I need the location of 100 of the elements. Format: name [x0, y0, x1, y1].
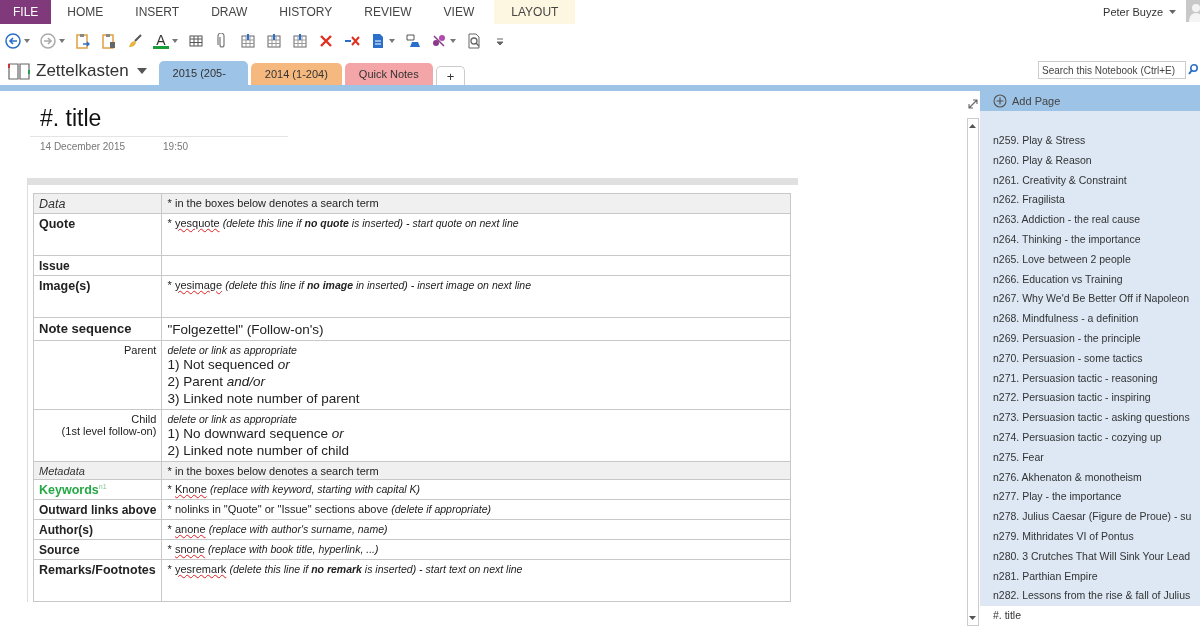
plus-circle-icon [993, 94, 1007, 109]
row-label: Data [39, 197, 67, 211]
cell-text: * in the boxes below denotes a search term [167, 197, 380, 209]
scroll-up-icon[interactable] [969, 124, 976, 128]
ribbon-tab[interactable]: REVIEW [348, 0, 428, 24]
cell-text: 2) Linked note number of child [167, 442, 350, 459]
cell-text: 2) Parent and/or [167, 373, 267, 390]
page-date: 14 December 2015 [40, 141, 126, 152]
scrollbar[interactable] [966, 118, 979, 626]
caret-icon[interactable] [389, 38, 395, 43]
row-label: Source [39, 543, 81, 558]
expand-icon[interactable] [967, 99, 978, 109]
page-list-item[interactable]: n279. Mithridates VI of Pontus [980, 527, 1200, 547]
caret-icon[interactable] [136, 68, 147, 74]
page-list-item[interactable]: n260. Play & Reason [980, 150, 1200, 171]
cell-text: "Folgezettel" (Follow-on's) [167, 321, 325, 338]
ribbon-tab[interactable]: FILE [0, 0, 52, 24]
cell-text: * nolinks in "Quote" or "Issue" sections above (delete if appropriate) [167, 503, 493, 516]
page-list-item[interactable]: n259. Play & Stress [980, 111, 1200, 151]
notebook-icon[interactable] [8, 62, 30, 80]
cell-text: 1) Not sequenced or [167, 356, 291, 373]
page-list-item[interactable]: n265. Love between 2 people [980, 249, 1200, 270]
row-label: Metadata [39, 465, 86, 477]
cell-text: * Knone (replace with keyword, starting with capital K) [167, 483, 421, 495]
page-list-item[interactable]: n261. Creativity & Constraint [980, 170, 1200, 191]
ribbon-tab[interactable]: HISTORY [263, 0, 349, 24]
cell-text: 1) No downward sequence or [167, 425, 345, 442]
page-list-item[interactable]: n282. Lessons from the rise & fall of Julius [980, 586, 1200, 607]
sparkle-icon[interactable] [431, 32, 447, 49]
page-list-item[interactable]: n268. Mindfulness - a definition [980, 309, 1200, 330]
page-list-item[interactable]: n271. Persuasion tactic - reasoning [980, 368, 1200, 389]
clipboard-icon[interactable] [101, 32, 117, 49]
page-list-item[interactable]: n277. Play - the importance [980, 487, 1200, 508]
page-list-item[interactable]: n264. Thinking - the importance [980, 230, 1200, 250]
page-list-item[interactable]: n266. Education vs Training [980, 269, 1200, 290]
font-color-button[interactable]: A [153, 32, 169, 49]
document-icon[interactable] [370, 32, 386, 49]
page-list-item[interactable]: n270. Persuasion - some tactics [980, 348, 1200, 369]
caret-icon[interactable] [1169, 10, 1176, 14]
caret-icon[interactable] [450, 38, 456, 43]
row-label: Author(s) [39, 523, 94, 538]
search-icon[interactable] [1188, 64, 1198, 76]
table-insert-icon[interactable] [292, 32, 308, 49]
caret-icon[interactable] [172, 38, 178, 43]
scroll-down-icon[interactable] [969, 616, 976, 620]
add-section-tab[interactable]: + [435, 66, 466, 85]
cell-text: * snone (replace with book title, hyperlink, ...) [167, 543, 380, 556]
ribbon-tab[interactable]: VIEW [427, 0, 491, 24]
page-list-item[interactable]: n272. Persuasion tactic - inspiring [980, 388, 1200, 409]
cell-text: * in the boxes below denotes a search term [167, 465, 380, 477]
page-list-item[interactable]: n278. Julius Caesar (Figure de Proue) - su [980, 507, 1200, 527]
instruction-text: delete or link as appropriate [167, 413, 298, 425]
clipboard-icon[interactable] [75, 32, 91, 49]
page-time: 19:50 [163, 141, 189, 152]
caret-icon[interactable] [24, 38, 30, 43]
row-label: Issue [39, 259, 71, 273]
search-field[interactable]: Search this Notebook (Ctrl+E) [1038, 61, 1186, 79]
page-list-item[interactable]: n276. Akhenaton & monotheism [980, 467, 1200, 488]
row-label: Remarks/Footnotes [39, 563, 157, 578]
section-tab[interactable]: Quick Notes [344, 63, 433, 85]
row-label: Image(s) [39, 279, 92, 293]
ribbon-tab[interactable]: DRAW [195, 0, 264, 24]
page-list-item[interactable]: n280. 3 Crutches That Will Sink Your Lead [980, 546, 1200, 567]
cell-text: 3) Linked note number of parent [167, 390, 361, 407]
table-container-handle[interactable] [28, 178, 798, 185]
row-label: Child (1st level follow-on) [60, 413, 157, 437]
page-list-item[interactable]: n269. Persuasion - the principle [980, 329, 1200, 349]
notebook-name[interactable]: Zettelkasten [36, 61, 129, 81]
table-icon[interactable] [188, 32, 204, 49]
ribbon-tab[interactable]: INSERT [119, 0, 196, 24]
page-list-item[interactable]: n275. Fear [980, 447, 1200, 468]
table-insert-icon[interactable] [240, 32, 256, 49]
move-page-icon[interactable] [405, 32, 421, 49]
section-tab[interactable]: 2015 (205- [158, 61, 248, 85]
row-label: Quote [39, 217, 77, 231]
row-label: Outward links above [39, 503, 157, 518]
section-tab[interactable]: 2014 (1-204) [250, 63, 342, 85]
row-label: Keywords$^{n1}$ [39, 483, 108, 498]
cell-text: * anone (replace with author's surname, name) [167, 523, 389, 536]
caret-icon[interactable] [59, 38, 65, 43]
add-page-button[interactable]: Add Page [980, 85, 1200, 112]
page-list-item[interactable]: n281. Parthian Empire [980, 566, 1200, 587]
page-list-item[interactable]: n263. Addiction - the real cause [980, 210, 1200, 231]
print-preview-icon[interactable] [466, 32, 482, 49]
ribbon-tab[interactable]: HOME [51, 0, 120, 24]
cell-text: * yesimage (delete this line if no image in inserted) - insert image on next line [167, 279, 532, 291]
ribbon-tab[interactable]: LAYOUT [494, 0, 576, 24]
table-insert-icon[interactable] [266, 32, 282, 49]
instruction-text: delete or link as appropriate [167, 344, 298, 356]
user-name[interactable]: Peter Buyze [1103, 6, 1163, 18]
page-list-item[interactable]: n273. Persuasion tactic - asking questions [980, 408, 1200, 429]
cell-text: * yesremark (delete this line if no remark is inserted) - start text on next line [167, 563, 524, 576]
page-list-item[interactable]: n262. Fragilista [980, 190, 1200, 211]
row-label: Parent [122, 344, 157, 356]
row-label: Note sequence [39, 321, 133, 336]
paintbrush-icon[interactable] [127, 32, 143, 49]
page-title[interactable]: #. title [30, 105, 288, 137]
page-list-item[interactable]: n267. Why We'd Be Better Off if Napoleon [980, 289, 1200, 310]
page-list-item[interactable]: n274. Persuasion tactic - cozying up [980, 428, 1200, 448]
delete-icon[interactable] [318, 32, 334, 49]
